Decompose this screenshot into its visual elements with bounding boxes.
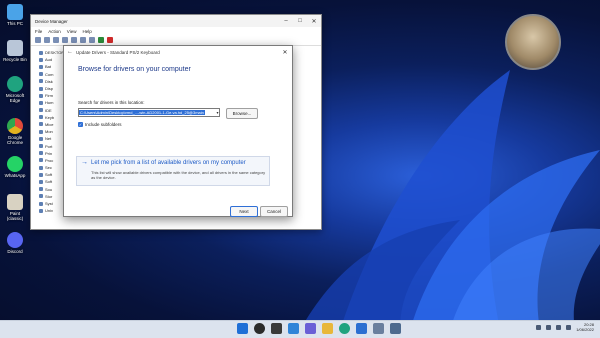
- clock-date: 1/06/2022: [576, 327, 594, 332]
- store-icon[interactable]: [356, 323, 367, 334]
- file-explorer-icon[interactable]: [322, 323, 333, 334]
- desktop-icon-recycle-bin[interactable]: Recycle Bin: [2, 40, 28, 62]
- chat-icon[interactable]: [305, 323, 316, 334]
- widgets-icon[interactable]: [288, 323, 299, 334]
- properties-icon[interactable]: [53, 37, 59, 43]
- desktop-icon-this-pc[interactable]: This PC: [2, 4, 28, 26]
- update-drivers-dialog: ← Update Drivers - Standard PS/2 Keyboar…: [63, 45, 293, 217]
- maximize-icon[interactable]: □: [293, 18, 307, 25]
- device-category-icon: [39, 79, 43, 84]
- device-manager-window: Device Manager – □ ✕ File Action View He…: [30, 14, 322, 230]
- back-icon[interactable]: [35, 37, 41, 43]
- keyboard-icon: [39, 115, 43, 120]
- checkmark-icon: ✓: [78, 122, 83, 127]
- windows-bloom-wallpaper: [306, 70, 600, 320]
- app-icon[interactable]: [390, 323, 401, 334]
- device-category-icon: [39, 187, 43, 192]
- menu-action[interactable]: Action: [48, 29, 61, 34]
- device-category-icon: [39, 108, 43, 113]
- arrow-right-icon: →: [81, 159, 88, 166]
- scan-icon[interactable]: [89, 37, 95, 43]
- edge-icon[interactable]: [339, 323, 350, 334]
- menu-help[interactable]: Help: [82, 29, 91, 34]
- device-manager-titlebar: Device Manager – □ ✕: [31, 15, 321, 27]
- this-pc-icon: [7, 4, 23, 20]
- pick-from-list-title: Let me pick from a list of available dri…: [91, 160, 246, 166]
- device-category-icon: [39, 165, 43, 170]
- window-title: Device Manager: [35, 18, 68, 24]
- minimize-icon[interactable]: –: [279, 18, 293, 25]
- device-category-icon: [39, 86, 43, 91]
- menu-file[interactable]: File: [35, 29, 42, 34]
- device-category-icon: [39, 151, 43, 156]
- device-manager-icon[interactable]: [373, 323, 384, 334]
- driver-path-input[interactable]: C:\Users\Admin\Desktop\vmd_...-win-AD200…: [78, 108, 220, 117]
- menu-bar: File Action View Help: [31, 27, 321, 35]
- network-icon[interactable]: [546, 324, 552, 330]
- desktop-icon-discord[interactable]: Discord: [2, 232, 28, 254]
- device-category-icon: [39, 129, 43, 134]
- uninstall-icon[interactable]: [107, 37, 113, 43]
- dialog-title: Update Drivers - Standard PS/2 Keyboard: [76, 49, 160, 55]
- desktop-icon-whatsapp[interactable]: WhatsApp: [2, 156, 28, 178]
- desktop-icon-chrome[interactable]: Google Chrome: [2, 118, 28, 145]
- close-icon[interactable]: ✕: [307, 18, 321, 25]
- desktop-icon-paint[interactable]: Paint (classic): [2, 194, 28, 221]
- dialog-heading: Browse for drivers on your computer: [78, 66, 191, 73]
- menu-view[interactable]: View: [67, 29, 77, 34]
- include-subfolders-label: Include subfolders: [85, 122, 122, 127]
- next-button[interactable]: Next: [230, 206, 258, 217]
- chevron-up-icon[interactable]: [536, 324, 542, 330]
- device-category-icon: [39, 172, 43, 177]
- add-device-icon[interactable]: [98, 37, 104, 43]
- device-category-icon: [39, 158, 43, 163]
- device-category-icon: [39, 144, 43, 149]
- chrome-icon: [7, 118, 23, 134]
- search-location-label: Search for drivers in this location:: [78, 100, 145, 105]
- device-category-icon: [39, 57, 43, 62]
- edge-icon: [7, 76, 23, 92]
- volume-icon[interactable]: [556, 324, 562, 330]
- close-icon[interactable]: ✕: [278, 49, 292, 56]
- pick-from-list-description: This list will show available drivers co…: [91, 170, 266, 180]
- device-category-icon: [39, 93, 43, 98]
- desktop: This PC Recycle Bin Microsoft Edge Googl…: [0, 0, 600, 320]
- help-icon[interactable]: [71, 37, 77, 43]
- taskbar-apps: [237, 323, 401, 334]
- task-view-icon[interactable]: [271, 323, 282, 334]
- pick-from-list-option[interactable]: → Let me pick from a list of available d…: [76, 156, 270, 186]
- paint-icon: [7, 194, 23, 210]
- device-category-icon: [39, 201, 43, 206]
- refresh-icon[interactable]: [62, 37, 68, 43]
- driver-path-value: C:\Users\Admin\Desktop\vmd_...-win-AD200…: [79, 110, 205, 115]
- device-category-icon: [39, 208, 43, 213]
- update-driver-icon[interactable]: [80, 37, 86, 43]
- chevron-down-icon[interactable]: ▾: [215, 108, 220, 117]
- browse-button[interactable]: Browse...: [226, 108, 258, 119]
- back-arrow-icon[interactable]: ←: [67, 49, 73, 55]
- battery-icon[interactable]: [566, 324, 572, 330]
- system-tray: 20:28 1/06/2022: [536, 322, 594, 332]
- device-category-icon: [39, 194, 43, 199]
- start-icon[interactable]: [237, 323, 248, 334]
- device-category-icon: [39, 122, 43, 127]
- search-icon[interactable]: [254, 323, 265, 334]
- device-category-icon: [39, 136, 43, 141]
- dialog-titlebar: ← Update Drivers - Standard PS/2 Keyboar…: [64, 46, 292, 58]
- forward-icon[interactable]: [44, 37, 50, 43]
- recycle-bin-icon: [7, 40, 23, 56]
- device-category-icon: [39, 100, 43, 105]
- whatsapp-icon: [7, 156, 23, 172]
- cancel-button[interactable]: Cancel: [260, 206, 288, 217]
- desktop-icon-edge[interactable]: Microsoft Edge: [2, 76, 28, 103]
- include-subfolders-checkbox[interactable]: ✓ Include subfolders: [78, 122, 122, 127]
- device-category-icon: [39, 72, 43, 77]
- computer-icon: [39, 50, 43, 55]
- clock[interactable]: 20:28 1/06/2022: [576, 322, 594, 332]
- device-category-icon: [39, 179, 43, 184]
- device-category-icon: [39, 64, 43, 69]
- webcam-avatar: [505, 14, 561, 70]
- discord-icon: [7, 232, 23, 248]
- taskbar: 20:28 1/06/2022: [0, 320, 600, 338]
